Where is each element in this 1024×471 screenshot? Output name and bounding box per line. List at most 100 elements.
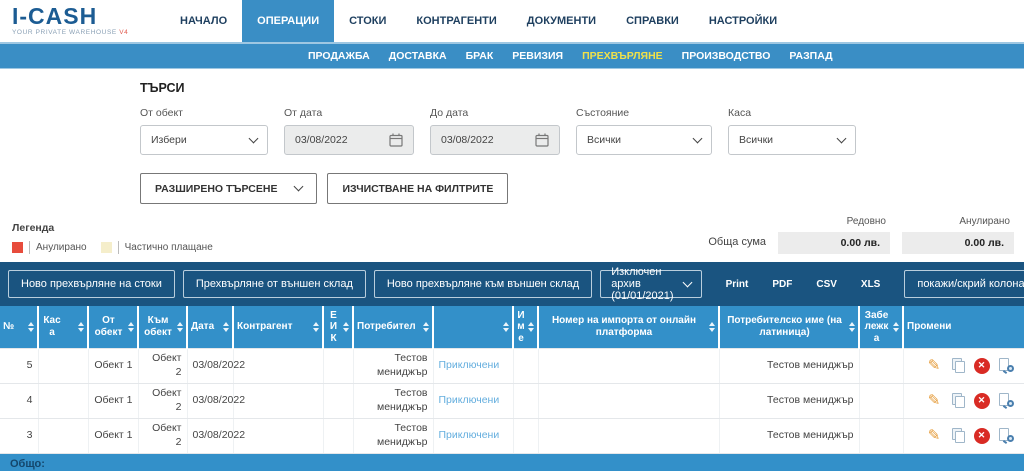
- transfer-from-external-button[interactable]: Прехвърляне от външен склад: [183, 270, 366, 298]
- subnav-item-revizia[interactable]: РЕВИЗИЯ: [512, 50, 563, 62]
- nav-item-operacii[interactable]: ОПЕРАЦИИ: [242, 0, 334, 42]
- column-header-latin-name[interactable]: Потребителско име (на латиница): [719, 306, 859, 348]
- totals-cancelled: Анулирано 0.00 лв.: [902, 216, 1014, 254]
- column-header-date[interactable]: Дата: [187, 306, 233, 348]
- cash-register-select[interactable]: Всички: [728, 125, 856, 155]
- clear-filters-button[interactable]: ИЗЧИСТВАНЕ НА ФИЛТРИТЕ: [327, 173, 508, 204]
- print-link[interactable]: Print: [726, 279, 749, 290]
- chevron-down-icon: [682, 277, 692, 287]
- subnav-item-proizvodstvo[interactable]: ПРОИЗВОДСТВО: [682, 50, 771, 62]
- filter-from-date: От дата 03/08/2022: [284, 107, 414, 155]
- sort-icon: [78, 322, 84, 332]
- csv-export-link[interactable]: CSV: [816, 279, 837, 290]
- cell-kasa: [38, 418, 88, 453]
- column-header-kasa[interactable]: Каса: [38, 306, 88, 348]
- preview-document-icon[interactable]: [997, 427, 1014, 444]
- column-header-num[interactable]: №: [0, 306, 38, 348]
- cell-note: [859, 348, 903, 383]
- sort-icon: [313, 322, 319, 332]
- delete-icon[interactable]: ✕: [974, 358, 990, 374]
- column-header-import-number[interactable]: Номер на импорта от онлайн платформа: [538, 306, 719, 348]
- chevron-down-icon: [837, 133, 847, 143]
- cell-user: Тестов мениджър: [353, 418, 433, 453]
- brand-logo[interactable]: I-CASH YOUR PRIVATE WAREHOUSE V4: [0, 0, 165, 42]
- cell-contragent: [233, 418, 323, 453]
- nav-item-kontragenti[interactable]: КОНТРАГЕНТИ: [401, 0, 511, 42]
- toggle-columns-button[interactable]: покажи/скрий колона: [904, 270, 1024, 298]
- chevron-down-icon: [249, 133, 259, 143]
- sort-icon: [28, 322, 34, 332]
- nav-item-dokumenti[interactable]: ДОКУМЕНТИ: [512, 0, 611, 42]
- totals-regular-value: 0.00 лв.: [778, 232, 890, 254]
- state-select[interactable]: Всички: [576, 125, 712, 155]
- partial-payment-color-swatch: [101, 242, 112, 253]
- column-header-eik[interactable]: ЕИК: [323, 306, 353, 348]
- cell-import-number: [538, 418, 719, 453]
- edit-icon[interactable]: ✎: [926, 392, 943, 409]
- xls-export-link[interactable]: XLS: [861, 279, 880, 290]
- column-header-blank[interactable]: [433, 306, 513, 348]
- filter-state: Състояние Всички: [576, 107, 712, 155]
- from-date-input[interactable]: 03/08/2022: [284, 125, 414, 155]
- cell-eik: [323, 348, 353, 383]
- cell-status: Приключени: [433, 383, 513, 418]
- nav-item-nastroiki[interactable]: НАСТРОЙКИ: [694, 0, 792, 42]
- column-header-to-object[interactable]: Към обект: [138, 306, 187, 348]
- cell-latin-name: Тестов мениджър: [719, 418, 859, 453]
- delete-icon[interactable]: ✕: [974, 428, 990, 444]
- status-link[interactable]: Приключени: [439, 359, 500, 371]
- sort-icon: [128, 322, 134, 332]
- cell-name: [513, 418, 538, 453]
- copy-icon[interactable]: [950, 392, 967, 409]
- cell-num: 3: [0, 418, 38, 453]
- totals-label: Обща сума: [708, 236, 766, 254]
- sort-icon: [893, 322, 899, 332]
- subnav-item-razpad[interactable]: РАЗПАД: [789, 50, 832, 62]
- chevron-down-icon: [693, 133, 703, 143]
- column-header-note[interactable]: Забележка: [859, 306, 903, 348]
- cell-from-object: Обект 1: [88, 383, 138, 418]
- cell-name: [513, 348, 538, 383]
- cell-contragent: [233, 348, 323, 383]
- subnav-item-prodazhba[interactable]: ПРОДАЖБА: [308, 50, 370, 62]
- column-header-user[interactable]: Потребител: [353, 306, 433, 348]
- brand-tagline: YOUR PRIVATE WAREHOUSE V4: [12, 29, 165, 36]
- calendar-icon: [389, 133, 403, 147]
- search-title: ТЪРСИ: [140, 81, 1024, 95]
- status-link[interactable]: Приключени: [439, 394, 500, 406]
- delete-icon[interactable]: ✕: [974, 393, 990, 409]
- subnav-item-prehvarlyane[interactable]: ПРЕХВЪРЛЯНЕ: [582, 50, 663, 62]
- preview-document-icon[interactable]: [997, 357, 1014, 374]
- nav-item-spravki[interactable]: СПРАВКИ: [611, 0, 694, 42]
- from-object-select[interactable]: Избери: [140, 125, 268, 155]
- column-header-name[interactable]: Име: [513, 306, 538, 348]
- cell-num: 4: [0, 383, 38, 418]
- cell-eik: [323, 383, 353, 418]
- new-transfer-to-external-button[interactable]: Ново прехвърляне към външен склад: [374, 270, 592, 298]
- status-link[interactable]: Приключени: [439, 429, 500, 441]
- column-header-from-object[interactable]: От обект: [88, 306, 138, 348]
- filter-from-object-label: От обект: [140, 107, 268, 119]
- preview-document-icon[interactable]: [997, 392, 1014, 409]
- to-date-input[interactable]: 03/08/2022: [430, 125, 560, 155]
- cell-import-number: [538, 383, 719, 418]
- column-header-contragent[interactable]: Контрагент: [233, 306, 323, 348]
- edit-icon[interactable]: ✎: [926, 427, 943, 444]
- copy-icon[interactable]: [950, 427, 967, 444]
- advanced-search-button[interactable]: РАЗШИРЕНО ТЪРСЕНЕ: [140, 173, 317, 204]
- archive-dropdown[interactable]: Изключен архив (01/01/2021): [600, 270, 701, 298]
- version-label: V4: [119, 29, 128, 36]
- subnav-item-dostavka[interactable]: ДОСТАВКА: [389, 50, 447, 62]
- sort-icon: [528, 322, 534, 332]
- new-transfer-button[interactable]: Ново прехвърляне на стоки: [8, 270, 175, 298]
- nav-item-nachalo[interactable]: НАЧАЛО: [165, 0, 242, 42]
- subnav-item-brak[interactable]: БРАК: [466, 50, 494, 62]
- table-header-row: № Каса От обект Към обект Дата Контраген…: [0, 306, 1024, 348]
- edit-icon[interactable]: ✎: [926, 357, 943, 374]
- filter-to-date: До дата 03/08/2022: [430, 107, 560, 155]
- column-header-actions: Промени: [903, 306, 1024, 348]
- pdf-export-link[interactable]: PDF: [772, 279, 792, 290]
- nav-item-stoki[interactable]: СТОКИ: [334, 0, 401, 42]
- totals-cancelled-value: 0.00 лв.: [902, 232, 1014, 254]
- copy-icon[interactable]: [950, 357, 967, 374]
